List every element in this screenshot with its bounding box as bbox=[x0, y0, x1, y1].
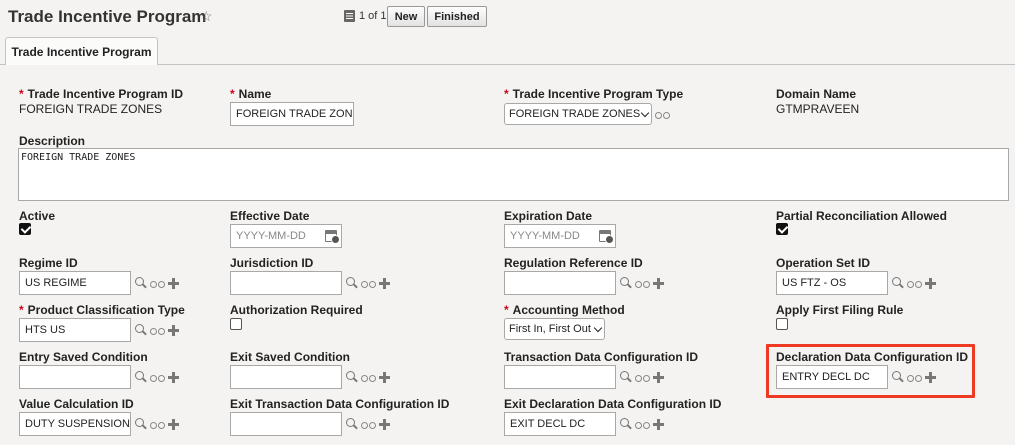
favorite-star-icon[interactable]: ☆ bbox=[200, 8, 213, 25]
effective-date-label: Effective Date bbox=[230, 209, 310, 223]
program-id-value: FOREIGN TRADE ZONES bbox=[19, 102, 163, 116]
add-icon[interactable] bbox=[653, 277, 664, 289]
finished-button[interactable]: Finished bbox=[427, 6, 487, 27]
add-icon[interactable] bbox=[168, 371, 179, 383]
tab-trade-incentive-program[interactable]: Trade Incentive Program bbox=[5, 37, 158, 65]
view-details-icon[interactable] bbox=[361, 278, 376, 288]
active-checkbox[interactable] bbox=[19, 223, 31, 235]
chevron-down-icon bbox=[640, 108, 650, 118]
transaction-data-config-id-label: Transaction Data Configuration ID bbox=[504, 350, 699, 364]
add-icon[interactable] bbox=[168, 418, 179, 430]
search-icon[interactable] bbox=[135, 277, 147, 289]
program-type-select[interactable]: FOREIGN TRADE ZONES bbox=[504, 103, 652, 125]
add-icon[interactable] bbox=[379, 371, 390, 383]
domain-name-value: GTMPRAVEEN bbox=[776, 102, 860, 116]
view-details-icon[interactable] bbox=[635, 419, 650, 429]
regime-id-input[interactable]: US REGIME bbox=[19, 271, 131, 295]
highlight-box bbox=[766, 344, 975, 398]
add-icon[interactable] bbox=[379, 418, 390, 430]
view-details-icon[interactable] bbox=[361, 372, 376, 382]
jurisdiction-id-label: Jurisdiction ID bbox=[230, 256, 314, 270]
view-details-icon[interactable] bbox=[150, 419, 165, 429]
calendar-icon[interactable] bbox=[599, 230, 614, 244]
pager-count: 1 of 1 bbox=[359, 10, 387, 22]
entry-saved-condition-input[interactable] bbox=[19, 365, 131, 389]
exit-transaction-data-config-id-label: Exit Transaction Data Configuration ID bbox=[230, 397, 450, 411]
view-details-icon[interactable] bbox=[361, 419, 376, 429]
search-icon[interactable] bbox=[346, 371, 358, 383]
partial-reconciliation-label: Partial Reconciliation Allowed bbox=[776, 209, 947, 223]
effective-date-input[interactable]: YYYY-MM-DD bbox=[230, 224, 342, 248]
program-id-label: * Trade Incentive Program ID bbox=[19, 87, 184, 101]
jurisdiction-id-input[interactable] bbox=[230, 271, 342, 295]
transaction-data-config-id-input[interactable] bbox=[504, 365, 616, 389]
operation-set-id-input[interactable]: US FTZ - OS bbox=[776, 271, 888, 295]
exit-saved-condition-label: Exit Saved Condition bbox=[230, 350, 351, 364]
name-input[interactable]: FOREIGN TRADE ZON bbox=[230, 102, 354, 126]
search-icon[interactable] bbox=[346, 418, 358, 430]
add-icon[interactable] bbox=[653, 418, 664, 430]
search-icon[interactable] bbox=[135, 324, 147, 336]
authorization-required-label: Authorization Required bbox=[230, 303, 363, 317]
list-icon bbox=[344, 10, 355, 22]
search-icon[interactable] bbox=[892, 277, 904, 289]
expiration-date-label: Expiration Date bbox=[504, 209, 593, 223]
exit-saved-condition-input[interactable] bbox=[230, 365, 342, 389]
accounting-method-label: * Accounting Method bbox=[504, 303, 625, 317]
authorization-required-checkbox[interactable] bbox=[230, 318, 242, 330]
view-details-icon[interactable] bbox=[655, 109, 670, 119]
add-icon[interactable] bbox=[168, 324, 179, 336]
regulation-reference-id-input[interactable] bbox=[504, 271, 616, 295]
apply-first-filing-rule-label: Apply First Filing Rule bbox=[776, 303, 904, 317]
search-icon[interactable] bbox=[135, 418, 147, 430]
name-label: * Name bbox=[230, 87, 272, 101]
chevron-down-icon bbox=[593, 323, 603, 333]
domain-name-label: Domain Name bbox=[776, 87, 857, 101]
search-icon[interactable] bbox=[620, 277, 632, 289]
exit-transaction-data-config-id-input[interactable] bbox=[230, 412, 342, 436]
add-icon[interactable] bbox=[925, 277, 936, 289]
expiration-date-input[interactable]: YYYY-MM-DD bbox=[504, 224, 616, 248]
entry-saved-condition-label: Entry Saved Condition bbox=[19, 350, 148, 364]
search-icon[interactable] bbox=[620, 371, 632, 383]
exit-declaration-data-config-id-input[interactable]: EXIT DECL DC bbox=[504, 412, 616, 436]
accounting-method-select[interactable]: First In, First Out bbox=[504, 318, 605, 340]
add-icon[interactable] bbox=[168, 277, 179, 289]
active-label: Active bbox=[19, 209, 56, 223]
value-calculation-id-input[interactable]: DUTY SUSPENSION bbox=[19, 412, 131, 436]
search-icon[interactable] bbox=[620, 418, 632, 430]
view-details-icon[interactable] bbox=[150, 372, 165, 382]
value-calculation-id-label: Value Calculation ID bbox=[19, 397, 134, 411]
view-details-icon[interactable] bbox=[150, 278, 165, 288]
add-icon[interactable] bbox=[379, 277, 390, 289]
partial-reconciliation-checkbox[interactable] bbox=[776, 223, 788, 235]
view-details-icon[interactable] bbox=[150, 325, 165, 335]
apply-first-filing-rule-checkbox[interactable] bbox=[776, 318, 788, 330]
add-icon[interactable] bbox=[653, 371, 664, 383]
search-icon[interactable] bbox=[135, 371, 147, 383]
page-title: Trade Incentive Program bbox=[8, 7, 207, 26]
regime-id-label: Regime ID bbox=[19, 256, 78, 270]
product-classification-type-label: * Product Classification Type bbox=[19, 303, 185, 317]
description-textarea[interactable]: FOREIGN TRADE ZONES bbox=[18, 148, 1009, 201]
regulation-reference-id-label: Regulation Reference ID bbox=[504, 256, 643, 270]
program-type-label: * Trade Incentive Program Type bbox=[504, 87, 684, 101]
description-label: Description bbox=[19, 134, 86, 148]
calendar-icon[interactable] bbox=[325, 230, 340, 244]
view-details-icon[interactable] bbox=[907, 278, 922, 288]
view-details-icon[interactable] bbox=[635, 278, 650, 288]
exit-declaration-data-config-id-label: Exit Declaration Data Configuration ID bbox=[504, 397, 722, 411]
view-details-icon[interactable] bbox=[635, 372, 650, 382]
product-classification-type-input[interactable]: HTS US bbox=[19, 318, 131, 342]
new-button[interactable]: New bbox=[387, 6, 425, 27]
search-icon[interactable] bbox=[346, 277, 358, 289]
operation-set-id-label: Operation Set ID bbox=[776, 256, 871, 270]
